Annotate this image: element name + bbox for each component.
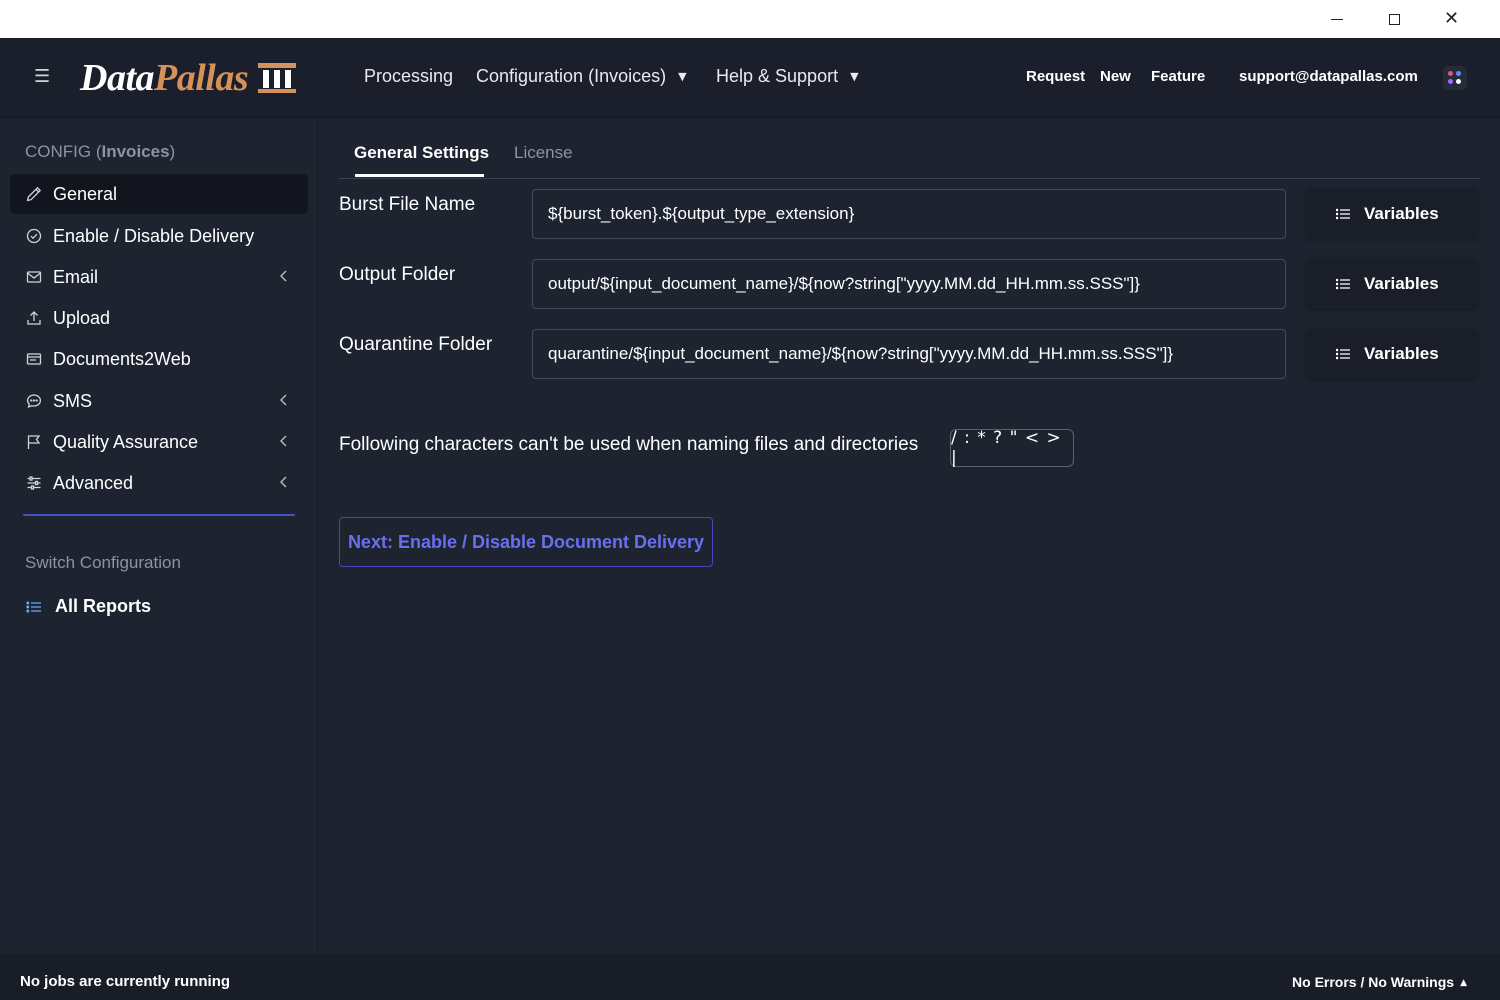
apps-icon[interactable] <box>1443 66 1467 90</box>
sidebar: CONFIG (Invoices) General Enable / Disab… <box>0 118 318 954</box>
variables-button-label: Variables <box>1364 274 1439 293</box>
sidebar-item-label: Quality Assurance <box>53 431 199 452</box>
support-email-link[interactable]: support@datapallas.com <box>1239 68 1418 85</box>
sidebar-item-label: Enable / Disable Delivery <box>53 225 255 246</box>
sidebar-item-email[interactable]: Email <box>10 257 308 297</box>
output-folder-variables-button[interactable]: Variables <box>1306 259 1478 309</box>
nav-processing[interactable]: Processing <box>364 66 453 87</box>
chevron-left-icon <box>280 435 287 447</box>
temple-icon <box>258 63 297 93</box>
errors-warnings-label: No Errors / No Warnings <box>1292 974 1455 990</box>
sidebar-title-suffix: ) <box>169 142 176 161</box>
sidebar-item-label: Documents2Web <box>53 348 191 369</box>
logo[interactable]: Data Pallas <box>80 56 298 100</box>
sidebar-item-advanced[interactable]: Advanced <box>10 463 308 503</box>
next-enable-disable-delivery-button[interactable]: Next: Enable / Disable Document Delivery <box>339 517 713 567</box>
output-folder-label: Output Folder <box>339 264 456 285</box>
sliders-icon <box>25 474 43 492</box>
list-icon <box>1336 348 1350 360</box>
sidebar-item-label: General <box>53 183 118 204</box>
nav-help-support-label: Help & Support <box>716 66 839 86</box>
nav-processing-label: Processing <box>364 66 454 86</box>
sidebar-item-quality-assurance[interactable]: Quality Assurance <box>10 422 308 462</box>
sidebar-item-enable-disable-delivery[interactable]: Enable / Disable Delivery <box>10 216 308 256</box>
all-reports-label: All Reports <box>55 596 152 616</box>
tab-license[interactable]: License <box>514 143 573 163</box>
errors-warnings-status[interactable]: No Errors / No Warnings ▲ <box>1292 974 1467 990</box>
sidebar-item-label: Email <box>53 266 99 287</box>
sidebar-item-label: SMS <box>53 390 93 411</box>
chevron-left-icon <box>280 476 287 488</box>
caret-up-icon: ▲ <box>1460 978 1467 988</box>
forbidden-characters-note: Following characters can't be used when … <box>339 434 919 455</box>
switch-configuration-heading: Switch Configuration <box>25 553 181 572</box>
all-reports-link[interactable]: All Reports <box>25 596 151 617</box>
output-folder-input[interactable] <box>532 259 1286 309</box>
maximize-icon[interactable] <box>1366 0 1423 38</box>
forbidden-characters-badge: / : * ? " < > | <box>950 428 1074 468</box>
settings-tabs: General Settings License <box>339 118 1480 179</box>
tab-general-settings[interactable]: General Settings <box>354 143 489 163</box>
burst-file-name-variables-button[interactable]: Variables <box>1306 189 1478 239</box>
list-icon <box>25 598 43 616</box>
caret-down-icon: ▼ <box>678 70 687 83</box>
logo-text-pallas: Pallas <box>154 57 249 99</box>
sidebar-item-label: Advanced <box>53 472 134 493</box>
sidebar-item-label: Upload <box>53 307 111 328</box>
envelope-icon <box>25 268 43 286</box>
sidebar-item-documents2web[interactable]: Documents2Web <box>10 339 308 379</box>
menu-icon[interactable]: ☰ <box>34 66 56 88</box>
close-icon[interactable]: ✕ <box>1423 0 1480 38</box>
app-header: ☰ Data Pallas Processing Configuration (… <box>0 38 1500 118</box>
sidebar-title-config-name: Invoices <box>101 142 170 161</box>
sidebar-divider <box>23 514 295 516</box>
sidebar-item-upload[interactable]: Upload <box>10 298 308 338</box>
variables-button-label: Variables <box>1364 344 1439 363</box>
sidebar-title: CONFIG (Invoices) <box>25 142 175 162</box>
chat-icon <box>25 392 43 410</box>
sidebar-item-general[interactable]: General <box>10 174 308 214</box>
upload-icon <box>25 309 43 327</box>
active-tab-indicator <box>355 174 484 177</box>
variables-button-label: Variables <box>1364 204 1439 223</box>
quarantine-folder-variables-button[interactable]: Variables <box>1306 329 1478 379</box>
window-titlebar: ✕ <box>0 0 1500 38</box>
status-bar: No jobs are currently running No Errors … <box>0 954 1500 1000</box>
main-content: General Settings License Burst File Name… <box>319 118 1500 954</box>
nav-configuration[interactable]: Configuration (Invoices) ▼ <box>476 66 687 87</box>
feature-link[interactable]: Feature <box>1151 68 1205 85</box>
sidebar-item-sms[interactable]: SMS <box>10 381 308 421</box>
nav-help-support[interactable]: Help & Support ▼ <box>716 66 859 87</box>
pencil-icon <box>25 185 43 203</box>
new-link[interactable]: New <box>1100 68 1131 85</box>
jobs-status: No jobs are currently running <box>20 973 231 990</box>
quarantine-folder-label: Quarantine Folder <box>339 334 493 355</box>
burst-file-name-label: Burst File Name <box>339 194 476 215</box>
burst-file-name-input[interactable] <box>532 189 1286 239</box>
logo-text-data: Data <box>80 57 155 99</box>
request-link[interactable]: Request <box>1026 68 1085 85</box>
chevron-left-icon <box>280 270 287 282</box>
list-icon <box>1336 278 1350 290</box>
browser-icon <box>25 350 43 368</box>
quarantine-folder-input[interactable] <box>532 329 1286 379</box>
check-circle-icon <box>25 227 43 245</box>
list-icon <box>1336 208 1350 220</box>
nav-configuration-label: Configuration (Invoices) <box>476 66 667 86</box>
minimize-icon[interactable] <box>1308 0 1365 38</box>
chevron-left-icon <box>280 394 287 406</box>
flag-icon <box>25 433 43 451</box>
caret-down-icon: ▼ <box>850 70 859 83</box>
sidebar-title-prefix: CONFIG ( <box>25 142 102 161</box>
